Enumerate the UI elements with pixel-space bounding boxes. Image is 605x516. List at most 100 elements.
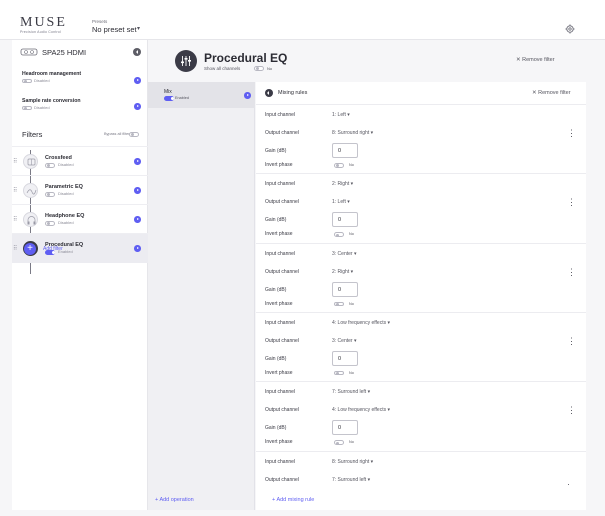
output-channel-select[interactable]: 7: Surround left ▾ — [332, 477, 370, 483]
filter-toggle[interactable] — [45, 192, 55, 197]
input-channel-label: Input channel — [265, 458, 296, 465]
gain-label: Gain (dB) — [265, 286, 287, 293]
gain-input[interactable]: 0 — [332, 212, 358, 228]
chevron-right-icon[interactable] — [134, 216, 141, 223]
output-channel-select[interactable]: 2: Right ▾ — [332, 269, 353, 275]
filter-item-headphone-eq[interactable]: ⠿ Headphone EQ Disabled — [12, 204, 148, 233]
output-channel-label: Output channel — [265, 268, 299, 275]
mixing-rule: Input channel 2: Right ▾ Output channel 1: … — [256, 173, 586, 242]
output-channel-label: Output channel — [265, 337, 299, 344]
drag-handle-icon[interactable]: ⠿ — [13, 216, 18, 223]
input-channel-value: 1: Left — [332, 112, 346, 118]
output-channel-value: 3: Center — [332, 337, 353, 344]
chevron-right-icon[interactable] — [134, 245, 141, 252]
chevron-right-icon[interactable] — [244, 92, 251, 99]
invert-phase-toggle[interactable] — [334, 301, 344, 307]
setting-status: Disabled — [34, 78, 50, 83]
bypass-all-label: Bypass all filters — [104, 132, 132, 136]
output-channel-value: 1: Left — [332, 199, 346, 206]
more-options-icon[interactable]: ⋮ — [567, 406, 576, 415]
headroom-toggle[interactable] — [22, 78, 32, 83]
filter-name: Headphone EQ — [45, 213, 85, 219]
gear-icon[interactable] — [565, 24, 575, 34]
mixing-rule: Input channel 3: Center ▾ Output channel 2:… — [256, 242, 586, 312]
show-all-channels-value: No — [267, 66, 273, 71]
invert-phase-label: Invert phase — [265, 300, 293, 307]
output-channel-select[interactable]: 4: Low frequency effects ▾ — [332, 407, 390, 413]
presets-label: Presets — [92, 19, 108, 24]
chevron-right-icon[interactable] — [134, 103, 141, 110]
invert-phase-value: No — [349, 232, 354, 237]
more-options-icon[interactable]: ⋮ — [567, 198, 576, 207]
operation-item-mix[interactable]: Mix Enabled — [148, 82, 255, 108]
add-filter-button[interactable]: + — [24, 243, 36, 255]
back-icon[interactable] — [265, 89, 273, 97]
chevron-right-icon[interactable] — [134, 77, 141, 84]
filter-status: Disabled — [58, 191, 74, 196]
setting-sample-rate-conversion[interactable]: Sample rate conversion Disabled — [12, 98, 148, 124]
invert-phase-value: No — [349, 163, 354, 167]
operation-toggle[interactable] — [164, 96, 174, 101]
gain-input[interactable]: 0 — [332, 281, 358, 297]
output-channel-select[interactable]: 1: Left ▾ — [332, 199, 350, 205]
input-channel-label: Input channel — [265, 319, 296, 326]
filter-item-crossfeed[interactable]: ⠿ Crossfeed Disabled — [12, 146, 148, 175]
invert-phase-toggle[interactable] — [334, 163, 344, 168]
remove-filter-button[interactable]: ✕ Remove filter — [516, 57, 555, 63]
invert-phase-toggle[interactable] — [334, 370, 344, 376]
filter-name: Crossfeed — [45, 155, 72, 161]
add-operation-button[interactable]: + Add operation — [155, 497, 194, 503]
setting-headroom-management[interactable]: Headroom management Disabled — [12, 71, 148, 97]
drag-handle-icon[interactable]: ⠿ — [13, 187, 18, 194]
input-channel-select[interactable]: 1: Left ▾ — [332, 112, 350, 118]
filter-toggle[interactable] — [45, 163, 55, 168]
chevron-down-icon: ▾ — [386, 407, 391, 414]
mixing-rules-panel: Mixing rules ✕ Remove filter Input chann… — [256, 82, 586, 510]
gain-input[interactable]: 0 — [332, 350, 358, 366]
presets-dropdown[interactable]: No preset set — [92, 25, 137, 34]
more-options-icon[interactable]: · — [567, 479, 570, 489]
invert-phase-toggle[interactable] — [334, 440, 344, 445]
remove-filter-label: Remove filter — [538, 90, 571, 96]
add-filter-label[interactable]: Add filter — [43, 246, 63, 252]
filter-item-parametric-eq[interactable]: ⠿ Parametric EQ Disabled — [12, 175, 148, 204]
mixing-rule: Input channel 7: Surround left ▾ Output ch… — [256, 381, 586, 450]
input-channel-select[interactable]: 2: Right ▾ — [332, 181, 353, 187]
more-options-icon[interactable]: ⋮ — [567, 267, 576, 277]
input-channel-select[interactable]: 8: Surround right ▾ — [332, 459, 373, 465]
chevron-down-icon[interactable]: ▾ — [137, 25, 140, 32]
gain-input[interactable]: 0 — [332, 143, 358, 158]
input-channel-select[interactable]: 7: Surround left ▾ — [332, 389, 370, 395]
add-operation-label: Add operation — [159, 497, 194, 503]
invert-phase-toggle[interactable] — [334, 232, 344, 237]
filter-toggle[interactable] — [45, 221, 55, 226]
gain-input[interactable]: 0 — [332, 420, 358, 436]
remove-filter-button[interactable]: ✕ Remove filter — [532, 90, 571, 96]
more-options-icon[interactable]: ⋮ — [567, 129, 576, 138]
add-mixing-rule-button[interactable]: + Add mixing rule — [272, 497, 314, 503]
show-all-channels-toggle[interactable] — [254, 66, 264, 71]
output-channel-select[interactable]: 3: Center ▾ — [332, 338, 356, 344]
speaker-icon — [20, 48, 38, 56]
device-panel: SPA25 HDMI Headroom management Disabled … — [12, 40, 148, 510]
chevron-right-icon[interactable] — [134, 187, 141, 194]
input-channel-label: Input channel — [265, 250, 296, 257]
chevron-down-icon: ▾ — [345, 199, 350, 206]
invert-phase-label: Invert phase — [265, 162, 293, 168]
output-channel-value: 8: Surround right — [332, 130, 370, 136]
input-channel-select[interactable]: 3: Center ▾ — [332, 251, 356, 257]
mixing-rule: Input channel 1: Left ▾ Output channel 8: S… — [256, 104, 586, 173]
chevron-right-icon[interactable] — [134, 158, 141, 165]
sample-rate-toggle[interactable] — [22, 105, 32, 110]
bypass-all-toggle[interactable] — [129, 132, 139, 137]
collapse-panel-button[interactable] — [133, 48, 141, 56]
drag-handle-icon[interactable]: ⠿ — [13, 158, 18, 165]
app-logo: MUSE — [20, 15, 67, 30]
more-options-icon[interactable]: ⋮ — [567, 336, 576, 346]
output-channel-select[interactable]: 8: Surround right ▾ — [332, 130, 373, 136]
input-channel-select[interactable]: 4: Low frequency effects ▾ — [332, 320, 390, 326]
output-channel-label: Output channel — [265, 130, 299, 136]
gain-label: Gain (dB) — [265, 355, 287, 362]
drag-handle-icon[interactable]: ⠿ — [13, 245, 18, 252]
output-channel-value: 2: Right — [332, 268, 350, 275]
